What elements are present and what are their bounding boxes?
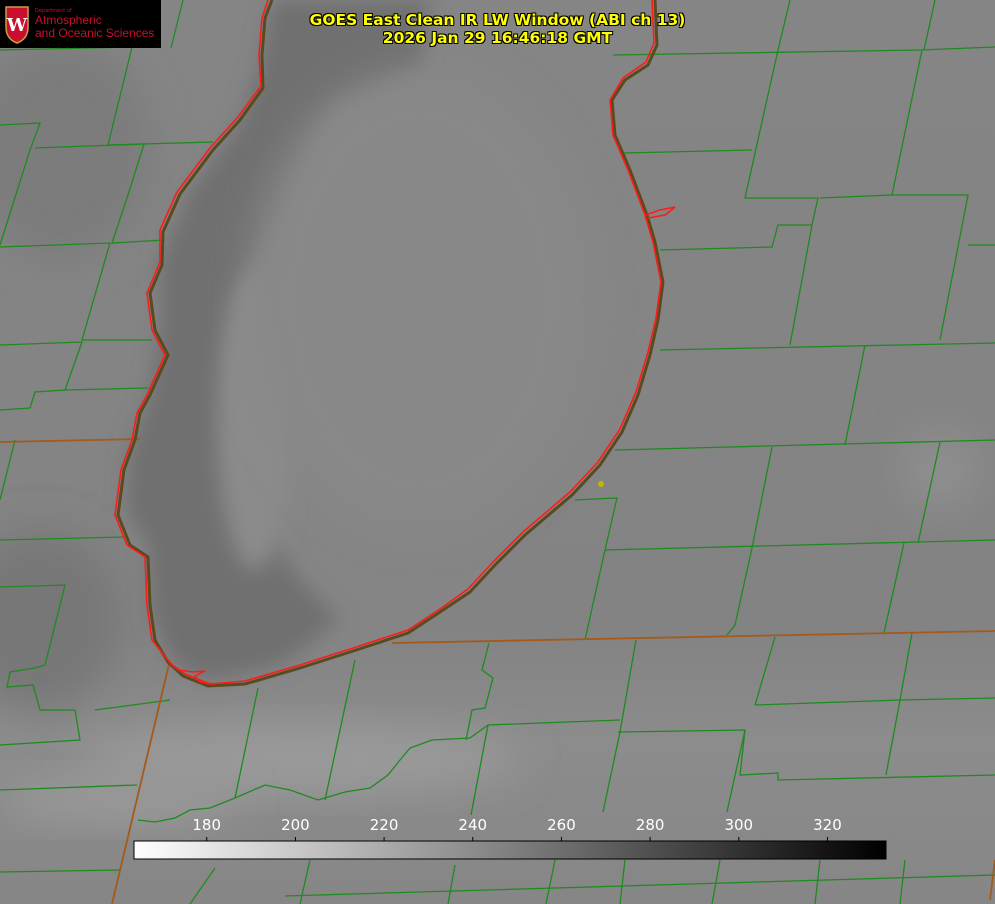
colorbar-tick-label: 220 bbox=[370, 816, 399, 834]
colorbar-tick-label: 300 bbox=[724, 816, 753, 834]
colorbar-tick-label: 280 bbox=[636, 816, 665, 834]
location-marker bbox=[598, 481, 604, 487]
colorbar-tick-label: 320 bbox=[813, 816, 842, 834]
colorbar-gradient bbox=[133, 840, 887, 860]
image-title: GOES East Clean IR LW Window (ABI ch 13) bbox=[309, 11, 686, 29]
colorbar-tick-label: 200 bbox=[281, 816, 310, 834]
satellite-image-viewer: 180 200 220 240 260 280 300 320 W Department of… bbox=[0, 0, 995, 904]
colorbar-tick-label: 260 bbox=[547, 816, 576, 834]
ir-satellite-map: 180 200 220 240 260 280 300 320 bbox=[0, 0, 995, 904]
colorbar-tick-label: 180 bbox=[192, 816, 221, 834]
image-timestamp: 2026 Jan 29 16:46:18 GMT bbox=[382, 29, 613, 47]
colorbar-tick-label: 240 bbox=[458, 816, 487, 834]
